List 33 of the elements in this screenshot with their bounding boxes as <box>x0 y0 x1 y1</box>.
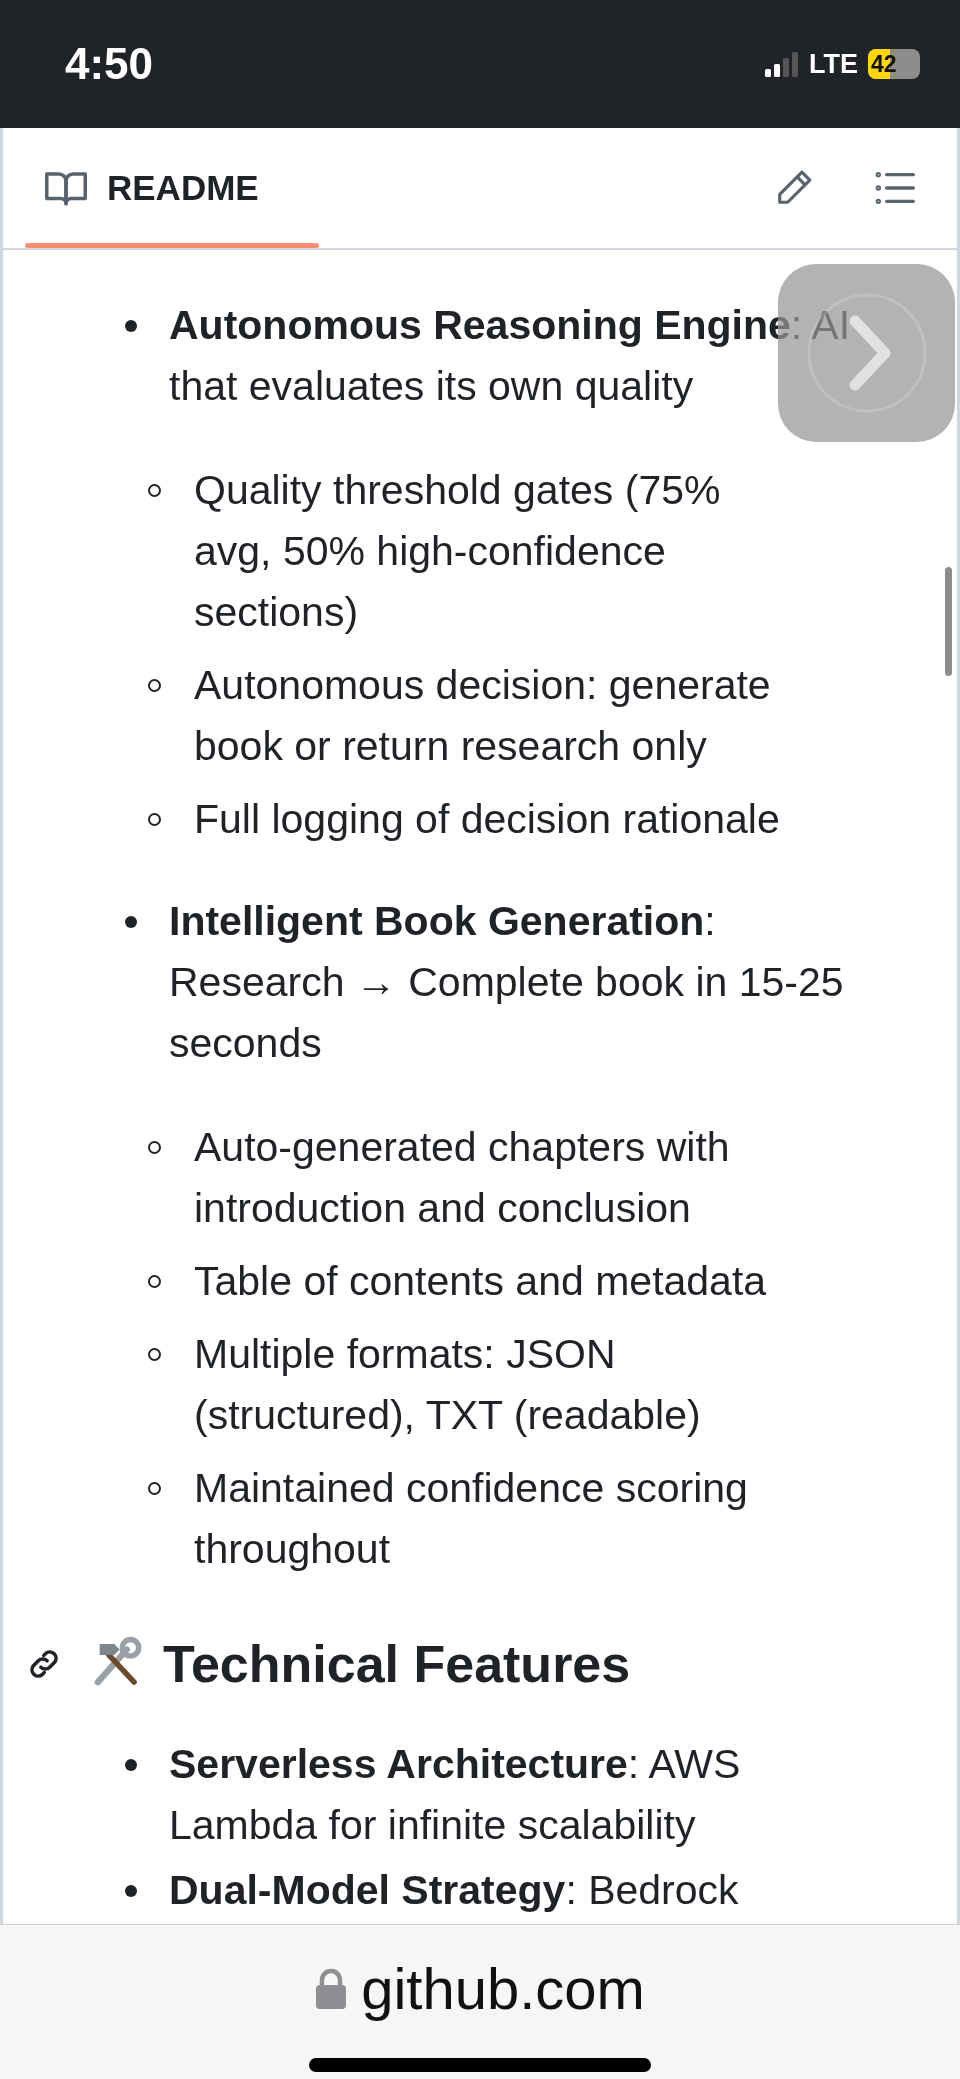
list-item-text: Auto-generated chapters with introduction and conclusion <box>194 1123 730 1233</box>
list-item-text: Multiple formats: JSON (structured), TXT (readable) <box>194 1330 701 1440</box>
readme-tab[interactable]: README <box>25 128 319 248</box>
lock-icon <box>315 1967 348 2010</box>
list-item-text: Dual-Model Strategy: Bedrock <box>169 1866 739 1915</box>
list-item-text: Autonomous Reasoning Engine: AI that evaluates its own quality <box>169 301 851 411</box>
status-time: 4:50 <box>65 39 154 89</box>
circle-bullet-icon <box>148 679 161 692</box>
pencil-icon[interactable] <box>775 169 813 207</box>
book-icon <box>45 170 87 206</box>
bullet-icon <box>125 1884 137 1897</box>
circle-bullet-icon <box>148 1348 161 1361</box>
circle-bullet-icon <box>148 1141 161 1154</box>
bullet-icon <box>125 915 137 928</box>
list-item-text: Serverless Architecture: AWS Lambda for infinite scalability <box>169 1740 741 1850</box>
list-item-text: Autonomous decision: generate book or return research only <box>194 661 771 771</box>
domain-text[interactable]: github.com <box>361 1955 645 2022</box>
list-item-text: Quality threshold gates (75% avg, 50% high-confidence sections) <box>194 466 721 637</box>
list-item-text: Maintained confidence scoring throughout <box>194 1464 748 1574</box>
network-label: LTE <box>809 48 858 80</box>
circle-bullet-icon <box>148 813 161 826</box>
list-item-text: Intelligent Book Generation: Research → Complete book in 15-25 seconds <box>169 897 844 1068</box>
bullet-icon <box>125 1758 137 1771</box>
circle-bullet-icon <box>148 1482 161 1495</box>
circle-bullet-icon <box>148 1275 161 1288</box>
bullet-icon <box>125 319 137 332</box>
signal-icon <box>765 51 799 77</box>
list-item-text: Table of contents and metadata <box>194 1257 767 1306</box>
circle-bullet-icon <box>148 484 161 497</box>
scrollbar-thumb[interactable] <box>945 567 952 676</box>
section-heading: Technical Features <box>163 1634 631 1694</box>
list-item-text: Full logging of decision rationale <box>194 795 780 844</box>
outline-menu-icon[interactable] <box>875 171 915 205</box>
